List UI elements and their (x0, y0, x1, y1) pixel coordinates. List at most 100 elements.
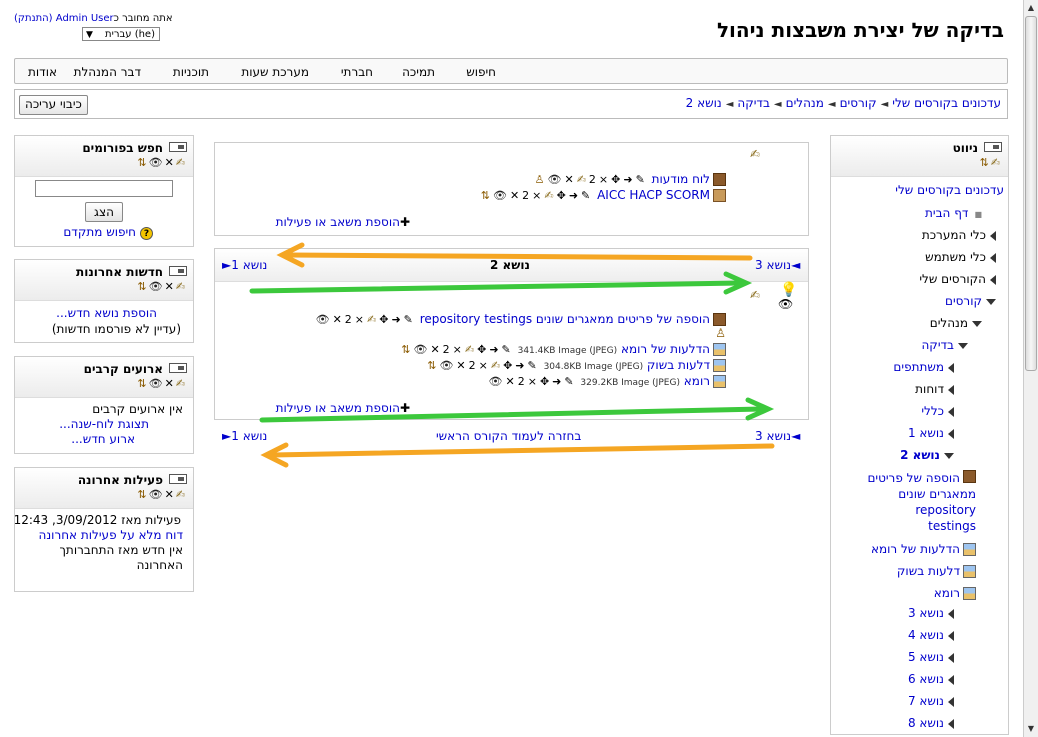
resource1-link[interactable]: הוספה של פריטים ממאגרים שונים repository… (420, 312, 710, 326)
prev-topic-nav-bottom[interactable]: ◄נושא 3 (755, 429, 800, 443)
nav-topic6[interactable]: נושא 6 (908, 672, 954, 686)
prev-topic-link[interactable]: נושא 3 (755, 258, 791, 272)
delete-icon[interactable]: ✕ (564, 173, 576, 186)
nav-topic3-label[interactable]: נושא 3 (908, 606, 944, 620)
nav-res3-label[interactable]: דלעות בשוק (897, 564, 960, 578)
menu-item-about[interactable]: אודות (28, 65, 57, 79)
forum-link[interactable]: לוח מודעות (652, 172, 710, 186)
user-link[interactable]: Admin User (56, 13, 114, 24)
prev-topic-nav[interactable]: ◄נושא 3 (755, 258, 800, 272)
nav-home[interactable]: דף הבית (925, 206, 968, 220)
nav-topic4[interactable]: נושא 4 (908, 628, 954, 642)
nav-res1-line3[interactable]: repository (915, 503, 976, 517)
nav-user-tools[interactable]: כלי משתמש (925, 250, 996, 264)
dock-icon[interactable] (169, 142, 187, 152)
nav-courses[interactable]: קורסים (945, 294, 996, 308)
nav-topic1[interactable]: נושא 1 (908, 426, 954, 440)
nav-res2[interactable]: הדלעות של רומא (871, 542, 976, 556)
nav-topic2[interactable]: נושא 2 (900, 448, 954, 462)
indent-icon[interactable]: ➜ (489, 343, 501, 356)
nav-topic2-label[interactable]: נושא 2 (900, 448, 940, 462)
menu-item-social[interactable]: חברתי (341, 65, 373, 79)
nav-topic1-label[interactable]: נושא 1 (908, 426, 944, 440)
edit-icon[interactable]: ✍ (176, 377, 187, 390)
edit-icon[interactable]: ✍ (544, 189, 556, 202)
add-activity-link-2[interactable]: הוספת משאב או פעילות (276, 401, 400, 415)
nav-courses-label[interactable]: קורסים (945, 294, 982, 308)
move-icon[interactable]: ✥ (540, 375, 552, 388)
breadcrumb-my-updates[interactable]: עדכונים בקורסים שלי (892, 96, 1001, 110)
full-report-link[interactable]: דוח מלא על פעילות אחרונה (39, 528, 183, 542)
pencil-icon[interactable]: ✎ (564, 375, 576, 388)
duplicate-icon[interactable]: 2× (469, 359, 491, 372)
nav-my-courses[interactable]: הקורסים שלי (919, 272, 996, 286)
forum-search-input[interactable] (35, 180, 173, 197)
delete-icon[interactable]: ✕ (456, 359, 468, 372)
highlight-icon[interactable]: 💡 (780, 282, 797, 298)
menu-item-principal[interactable]: דבר המנהלת (74, 65, 141, 79)
delete-icon[interactable]: ✕ (510, 189, 522, 202)
move-icon[interactable]: ✥ (557, 189, 569, 202)
breadcrumb-managers[interactable]: מנהלים (786, 96, 824, 110)
nav-topic7-label[interactable]: נושא 7 (908, 694, 944, 708)
nav-topic8-label[interactable]: נושא 8 (908, 716, 944, 730)
menu-item-search[interactable]: חיפוש (466, 65, 496, 79)
move-icon[interactable]: ✥ (379, 313, 391, 326)
indent-icon[interactable]: ➜ (552, 375, 564, 388)
resource4-link[interactable]: רומא (684, 374, 710, 388)
edit-icon[interactable]: ✍ (176, 488, 187, 501)
breadcrumb-test[interactable]: בדיקה (737, 96, 770, 110)
move-icon[interactable]: ⇅ (137, 488, 148, 501)
nav-general[interactable]: כללי (921, 404, 954, 418)
pencil-icon[interactable]: ✎ (581, 189, 593, 202)
eye-icon[interactable]: 👁 (413, 343, 430, 356)
edit-icon[interactable]: ✍ (176, 280, 187, 293)
nav-participants[interactable]: משתתפים (893, 360, 954, 374)
nav-topic5-label[interactable]: נושא 5 (908, 650, 944, 664)
nav-res1[interactable]: הוספה של פריטים ממאגרים שונים repository… (856, 470, 976, 534)
nav-topic6-label[interactable]: נושא 6 (908, 672, 944, 686)
nav-general-label[interactable]: כללי (921, 404, 944, 418)
nav-res4-label[interactable]: רומא (934, 586, 960, 600)
help-icon[interactable]: ? (140, 227, 153, 240)
resource3-link[interactable]: דלעות בשוק (647, 358, 710, 372)
eye-icon[interactable]: 👁 (439, 359, 456, 372)
duplicate-icon[interactable]: 2× (518, 375, 540, 388)
nav-system-tools[interactable]: כלי המערכת (922, 228, 996, 242)
nav-topic8[interactable]: נושא 8 (908, 716, 954, 730)
nav-topic4-label[interactable]: נושא 4 (908, 628, 944, 642)
add-activity-section[interactable]: ✚הוספת משאב או פעילות (276, 401, 410, 415)
eye-icon[interactable]: 👁 (493, 189, 510, 202)
next-topic-nav-bottom[interactable]: נושא 1► (222, 429, 267, 443)
group-mode-icon[interactable]: ♙ (715, 326, 726, 340)
edit-icon[interactable]: ✍ (465, 343, 477, 356)
resource2-link[interactable]: הדלעות של רומא (621, 342, 710, 356)
duplicate-icon[interactable]: 2× (589, 173, 611, 186)
indent-icon[interactable]: ➜ (569, 189, 581, 202)
nav-res1-line1[interactable]: הוספה של פריטים (867, 471, 960, 485)
eye-icon[interactable]: 👁 (316, 313, 333, 326)
page-scrollbar[interactable]: ▲ ▼ (1023, 0, 1038, 737)
dock-icon[interactable] (169, 266, 187, 276)
nav-my-updates[interactable]: עדכונים בקורסים שלי (895, 183, 1004, 197)
group-icon[interactable]: ⇅ (401, 343, 413, 356)
delete-icon[interactable]: ✕ (165, 280, 176, 293)
pencil-icon[interactable]: ✎ (502, 343, 514, 356)
nav-reports[interactable]: דוחות (915, 382, 954, 396)
eye-icon[interactable]: 👁 (149, 377, 165, 390)
eye-icon[interactable]: 👁 (548, 173, 565, 186)
next-topic-nav[interactable]: נושא 1► (222, 258, 267, 272)
breadcrumb-topic2[interactable]: נושא 2 (686, 96, 722, 110)
edit-icon[interactable]: ✍ (491, 359, 503, 372)
turn-editing-off-button[interactable]: כיבוי עריכה (19, 95, 88, 115)
nav-topic5[interactable]: נושא 5 (908, 650, 954, 664)
nav-res1-line2[interactable]: ממאגרים שונים (898, 487, 976, 501)
group-icon[interactable]: ⇅ (481, 189, 493, 202)
group-icon[interactable]: ♙ (535, 173, 548, 186)
logout-link[interactable]: (התנתק) (14, 13, 53, 24)
scroll-thumb[interactable] (1025, 16, 1037, 371)
menu-item-support[interactable]: תמיכה (402, 65, 435, 79)
edit-icon[interactable]: ✍ (991, 156, 1002, 169)
duplicate-icon[interactable]: 2× (522, 189, 544, 202)
new-event-link[interactable]: ארוע חדש... (71, 432, 135, 446)
